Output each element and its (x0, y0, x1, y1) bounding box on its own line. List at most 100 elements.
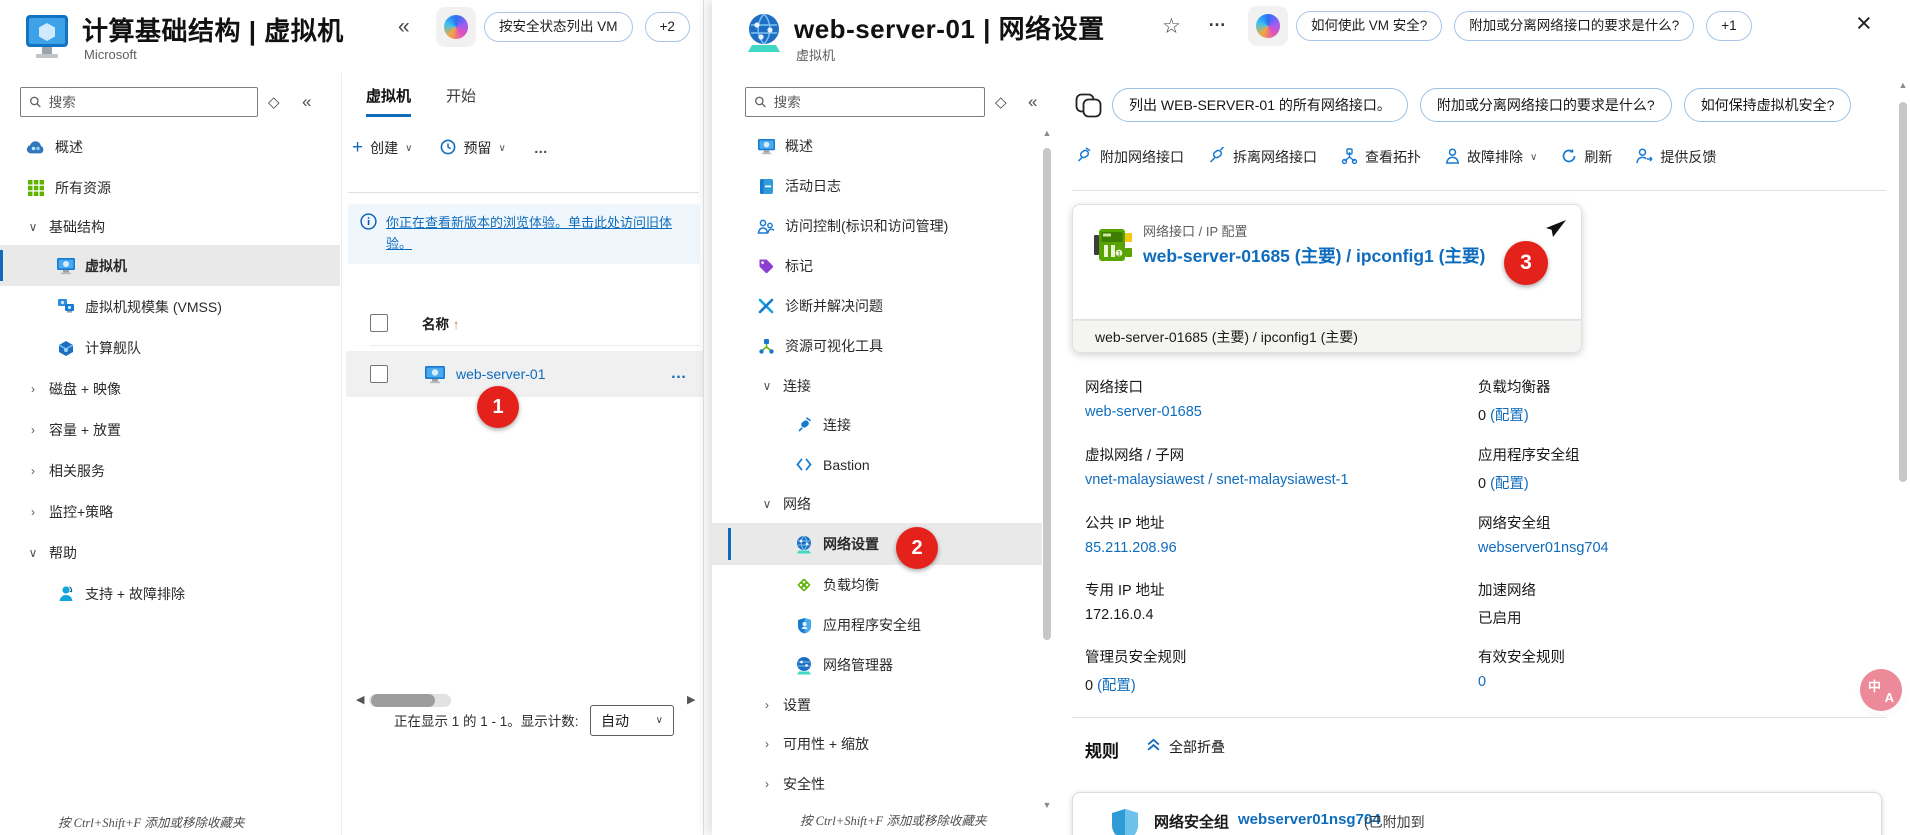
collapse-menu-icon[interactable]: « (302, 92, 311, 112)
sidebar-item-virtual-machines[interactable]: 虚拟机 (0, 245, 340, 286)
create-button[interactable]: + 创建 ∨ (352, 137, 412, 159)
copilot-button[interactable] (1248, 6, 1288, 46)
sidebar-item-vmss[interactable]: 虚拟机规模集 (VMSS) (0, 286, 340, 327)
sidebar-group-monitoring-policy[interactable]: › 监控+策略 (0, 491, 340, 532)
tab-virtual-machines[interactable]: 虚拟机 (366, 85, 412, 117)
sidebar-group-capacity-placement[interactable]: › 容量 + 放置 (0, 409, 340, 450)
sidebar-item-all-resources[interactable]: 所有资源 (0, 167, 340, 208)
hscroll-left-arrow[interactable]: ◀ (356, 693, 364, 706)
menu-group-networking[interactable]: ∨ 网络 (712, 484, 1042, 523)
vm-name-link[interactable]: web-server-01 (456, 366, 545, 382)
pin-icon[interactable]: ◇ (995, 93, 1007, 111)
nic-ipconfig-combobox[interactable]: 1 网络接口 / IP 配置 web-server-01685 (主要) / i… (1072, 204, 1582, 353)
chevron-down-icon: ∨ (655, 715, 663, 726)
chevron-down-icon: ∨ (498, 142, 506, 154)
menu-item-network-manager[interactable]: 网络管理器 (712, 645, 1042, 685)
collapse-blade-icon[interactable]: « (398, 15, 410, 39)
menu-item-connect[interactable]: 连接 (712, 405, 1042, 445)
main-scrollbar[interactable]: ▲ (1898, 80, 1908, 835)
resource-menu-search[interactable] (745, 87, 985, 117)
scrollbar-thumb[interactable] (1899, 102, 1907, 482)
dropdown-option-nic[interactable]: web-server-01685 (主要) / ipconfig1 (主要) (1072, 320, 1582, 353)
nsg-name-link[interactable]: webserver01nsg704 (1238, 811, 1381, 828)
menu-group-connect[interactable]: ∨ 连接 (712, 366, 1042, 405)
scroll-up-arrow[interactable]: ▲ (1042, 128, 1052, 138)
copilot-pill-secure-vm[interactable]: 如何使此 VM 安全? (1296, 11, 1443, 41)
value-link[interactable]: webserver01nsg704 (1478, 540, 1609, 556)
row-more-button[interactable]: … (670, 365, 688, 383)
sidebar-group-related-services[interactable]: › 相关服务 (0, 450, 340, 491)
refresh-button[interactable]: 刷新 (1561, 147, 1612, 167)
search-input[interactable] (773, 94, 976, 110)
sidebar-item-support[interactable]: 支持 + 故障排除 (0, 573, 340, 614)
sidebar-group-help[interactable]: ∨ 帮助 (0, 532, 340, 573)
scroll-up-arrow[interactable]: ▲ (1898, 80, 1908, 90)
column-header-name[interactable]: 名称 ↑ (422, 313, 460, 333)
favorite-star-icon[interactable]: ☆ (1162, 14, 1181, 39)
collapse-all-button[interactable]: 全部折叠 (1146, 737, 1225, 757)
menu-group-availability-scale[interactable]: › 可用性 + 缩放 (712, 724, 1042, 764)
more-commands-button[interactable]: … (534, 140, 548, 156)
pin-icon[interactable]: ◇ (268, 93, 280, 111)
sidebar-group-infrastructure[interactable]: ∨ 基础结构 (0, 208, 340, 245)
menu-group-settings[interactable]: › 设置 (712, 685, 1042, 724)
sidebar-item-compute-fleet[interactable]: 计算舰队 (0, 327, 340, 368)
vm-table-row[interactable]: web-server-01 … (346, 351, 703, 397)
value-link[interactable]: (配置) (1490, 476, 1529, 492)
scrollbar-thumb[interactable] (1043, 148, 1051, 640)
menu-item-tags[interactable]: 标记 (712, 246, 1042, 286)
menu-scrollbar[interactable]: ▲ ▼ (1042, 128, 1052, 812)
hscroll-thumb[interactable] (371, 694, 435, 707)
menu-item-diagnose[interactable]: 诊断并解决问题 (712, 286, 1042, 326)
value-link[interactable]: (配置) (1490, 408, 1529, 424)
menu-item-application-security-groups[interactable]: 应用程序安全组 (712, 605, 1042, 645)
value-link[interactable]: web-server-01685 (1085, 404, 1202, 420)
copilot-pill-more[interactable]: +2 (644, 12, 690, 42)
tab-get-started[interactable]: 开始 (446, 85, 476, 114)
detach-nic-button[interactable]: 拆离网络接口 (1208, 146, 1317, 167)
sidebar-item-overview[interactable]: 概述 (0, 126, 340, 167)
suggestion-pill-keep-vm-secure[interactable]: 如何保持虚拟机安全? (1683, 88, 1852, 122)
feedback-button[interactable]: 提供反馈 (1636, 147, 1716, 167)
banner-link[interactable]: 你正在查看新版本的浏览体验。单击此处访问旧体验。 (386, 213, 688, 255)
nsg-rules-card[interactable]: 网络安全组 webserver01nsg704 (已附加到 (1072, 792, 1882, 835)
value-link[interactable]: 0 (1478, 674, 1486, 690)
menu-item-load-balancing[interactable]: 负载均衡 (712, 565, 1042, 605)
hscroll-right-arrow[interactable]: ▶ (687, 693, 695, 706)
menu-item-bastion[interactable]: Bastion (712, 445, 1042, 484)
sidebar-group-disks-images[interactable]: › 磁盘 + 映像 (0, 368, 340, 409)
copilot-pill-more[interactable]: +1 (1706, 11, 1752, 41)
suggestion-pill-list-nics[interactable]: 列出 WEB-SERVER-01 的所有网络接口。 (1112, 88, 1408, 122)
value-link[interactable]: 85.211.208.96 (1085, 540, 1177, 556)
select-all-checkbox[interactable] (370, 314, 388, 332)
search-input[interactable] (48, 94, 249, 110)
copilot-pill-security-state[interactable]: 按安全状态列出 VM (484, 12, 633, 42)
copilot-button[interactable] (436, 7, 476, 47)
menu-item-overview[interactable]: 概述 (712, 126, 1042, 166)
scroll-down-arrow[interactable]: ▼ (1042, 800, 1052, 810)
attach-nic-button[interactable]: 附加网络接口 (1075, 147, 1184, 167)
value-link[interactable]: (配置) (1097, 678, 1136, 694)
view-topology-button[interactable]: 查看拓扑 (1341, 147, 1421, 167)
paging-status: 正在显示 1 的 1 - 1。显示计数: (394, 714, 579, 729)
close-icon[interactable]: × (1856, 8, 1872, 39)
value-link[interactable]: vnet-malaysiawest / snet-malaysiawest-1 (1085, 472, 1349, 488)
copilot-pill-nic-requirements[interactable]: 附加或分离网络接口的要求是什么? (1454, 11, 1695, 41)
menu-group-security[interactable]: › 安全性 (712, 764, 1042, 804)
collapse-menu-icon[interactable]: « (1028, 92, 1037, 112)
troubleshoot-button[interactable]: 故障排除 ∨ (1445, 147, 1537, 167)
nic-ipconfig-link[interactable]: web-server-01685 (主要) / ipconfig1 (主要) (1143, 241, 1488, 272)
menu-item-resource-visualizer[interactable]: 资源可视化工具 (712, 326, 1042, 366)
translate-zh-glyph: 中 (1868, 679, 1882, 694)
sidebar-search[interactable] (20, 87, 258, 117)
row-checkbox[interactable] (370, 365, 388, 383)
suggestion-pill-nic-requirements[interactable]: 附加或分离网络接口的要求是什么? (1419, 88, 1672, 122)
page-size-dropdown[interactable]: 自动 ∨ (590, 705, 674, 736)
menu-item-activity-log[interactable]: 活动日志 (712, 166, 1042, 206)
menu-item-network-settings[interactable]: 网络设置 (712, 523, 1042, 565)
blade-title: web-server-01 | 网络设置 (794, 14, 1105, 44)
menu-item-access-control[interactable]: 访问控制(标识和访问管理) (712, 206, 1042, 246)
reserve-button[interactable]: 预留 ∨ (440, 138, 506, 158)
blade-more-button[interactable]: … (1208, 10, 1226, 31)
translate-button[interactable]: 中 A (1860, 669, 1902, 711)
